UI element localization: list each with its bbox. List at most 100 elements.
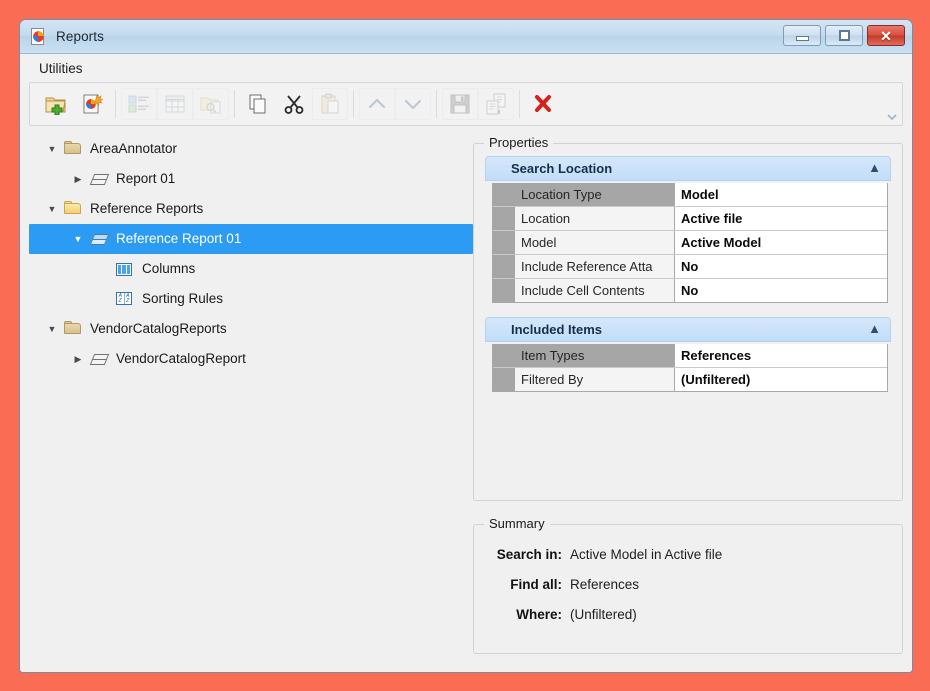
summary-label: Find all: [510,576,562,592]
property-value[interactable]: No [675,279,887,302]
section-included-items-header[interactable]: Included Items ▲ [485,317,891,342]
new-report-folder-button[interactable] [38,88,74,120]
summary-find-all: Find all: References [474,569,902,599]
table-row[interactable]: Location Type Model [493,183,887,207]
table-row[interactable]: Filtered By (Unfiltered) [493,368,887,391]
columns-button[interactable] [121,88,157,120]
cut-button[interactable] [276,88,312,120]
export-button[interactable] [478,88,514,120]
expand-arrow-icon[interactable]: ▼ [41,144,63,154]
grid-table-icon [165,95,185,113]
expand-arrow-icon[interactable]: ▼ [67,234,89,244]
properties-group-title: Properties [484,135,554,150]
new-report-button[interactable] [74,88,110,120]
property-key: Location Type [515,183,675,206]
section-search-location-header[interactable]: Search Location ▲ [485,156,891,181]
summary-value: References [570,576,640,592]
properties-group: Properties Search Location ▲ Location Ty… [473,135,903,501]
chevron-up-icon[interactable]: ▲ [868,161,881,174]
move-up-button[interactable] [359,88,395,120]
collapse-arrow-icon[interactable]: ▶ [67,174,89,185]
property-key: Item Types [515,344,675,367]
summary-label: Where: [516,606,562,622]
row-gutter [493,368,515,391]
row-gutter [493,344,515,367]
table-row[interactable]: Item Types References [493,344,887,368]
report-document-icon [29,27,47,46]
tree-node-reference-reports[interactable]: ▼ Reference Reports [29,194,473,224]
tree-node-vendorcatalogreport[interactable]: ▶ VendorCatalogReport [29,344,473,374]
toolbar-separator [436,90,437,118]
close-icon: ✕ [880,27,892,44]
property-key: Location [515,207,675,230]
window-title: Reports [56,29,104,44]
maximize-icon [838,30,850,41]
tree-node-areaannotator[interactable]: ▼ AreaAnnotator [29,134,473,164]
property-value[interactable]: No [675,255,887,278]
summary-value: Active Model in Active file [570,546,723,562]
menu-utilities[interactable]: Utilities [34,58,88,79]
right-pane: Properties Search Location ▲ Location Ty… [473,132,903,663]
toolbar-separator [115,90,116,118]
tree-node-sorting-rules[interactable]: AZAZ Sorting Rules [29,284,473,314]
expand-arrow-icon[interactable]: ▼ [41,204,63,214]
property-value[interactable]: Active Model [675,231,887,254]
minimize-button[interactable] [783,25,821,46]
tree-node-report-01[interactable]: ▶ Report 01 [29,164,473,194]
save-button[interactable] [442,88,478,120]
row-gutter [493,255,515,278]
row-gutter [493,231,515,254]
tree-node-columns[interactable]: Columns [29,254,473,284]
delete-button[interactable] [525,88,561,120]
summary-value: (Unfiltered) [570,606,637,622]
table-button[interactable] [157,88,193,120]
open-report-button[interactable] [193,88,229,120]
maximize-button[interactable] [825,25,863,46]
summary-group: Summary Search in: Active Model in Activ… [473,516,903,654]
move-down-button[interactable] [395,88,431,120]
property-value[interactable]: (Unfiltered) [675,368,887,391]
scissors-icon [284,95,304,114]
tree-node-label: Reference Report 01 [116,231,242,247]
chevron-up-icon[interactable]: ▲ [868,322,881,335]
window-controls: ✕ [783,25,905,46]
row-gutter [493,207,515,230]
toolbar [29,82,903,126]
columns-icon [115,262,135,276]
title-bar: Reports ✕ [20,20,912,54]
tree-node-reference-report-01[interactable]: ▼ Reference Report 01 [29,224,473,254]
table-row[interactable]: Include Reference Atta No [493,255,887,279]
property-key: Model [515,231,675,254]
chevron-down-icon [887,114,897,121]
paste-button[interactable] [312,88,348,120]
clipboard-paste-icon [321,93,339,114]
close-button[interactable]: ✕ [867,25,905,46]
collapse-arrow-icon[interactable]: ▶ [67,354,89,365]
tree-node-vendorcatalogreports[interactable]: ▼ VendorCatalogReports [29,314,473,344]
table-row[interactable]: Model Active Model [493,231,887,255]
tree-node-label: Report 01 [116,171,176,187]
folder-icon [63,321,83,337]
summary-where: Where: (Unfiltered) [474,599,902,629]
expand-arrow-icon[interactable]: ▼ [41,324,63,334]
table-row[interactable]: Include Cell Contents No [493,279,887,302]
property-value[interactable]: References [675,344,887,367]
row-gutter [493,183,515,206]
toolbar-overflow-button[interactable] [885,111,899,123]
folder-open-icon [63,201,83,217]
folder-add-icon [45,97,66,115]
summary-search-in: Search in: Active Model in Active file [474,539,902,569]
property-key: Include Cell Contents [515,279,675,302]
report-icon [89,351,110,367]
reports-tree[interactable]: ▼ AreaAnnotator ▶ Report 01 ▼ Reference … [29,132,473,663]
tree-node-label: AreaAnnotator [90,141,178,157]
included-items-table: Item Types References Filtered By (Unfil… [492,344,888,392]
tree-node-label: Sorting Rules [142,291,224,307]
copy-icon [249,94,266,114]
section-title: Included Items [511,322,603,337]
property-value[interactable]: Model [675,183,887,206]
copy-button[interactable] [240,88,276,120]
property-value[interactable]: Active file [675,207,887,230]
floppy-save-icon [450,94,470,114]
table-row[interactable]: Location Active file [493,207,887,231]
